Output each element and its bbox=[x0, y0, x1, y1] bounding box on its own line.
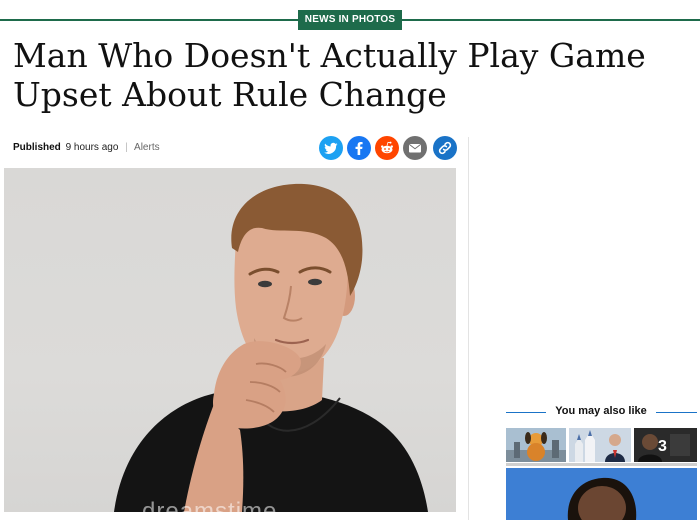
email-icon bbox=[408, 144, 422, 153]
published-time: 9 hours ago bbox=[65, 142, 119, 153]
link-icon bbox=[438, 141, 452, 155]
castle-politician-thumbnail bbox=[569, 428, 631, 462]
related-thumbnail[interactable] bbox=[506, 428, 566, 462]
section-tag[interactable]: NEWS IN PHOTOS bbox=[298, 10, 402, 30]
reddit-share-button[interactable] bbox=[375, 136, 399, 160]
published-label: Published bbox=[13, 142, 61, 153]
you-may-also-like-heading: You may also like bbox=[555, 405, 647, 417]
twitter-share-button[interactable] bbox=[319, 136, 343, 160]
twitter-icon bbox=[324, 142, 338, 154]
copy-link-button[interactable] bbox=[433, 136, 457, 160]
facebook-share-button[interactable] bbox=[347, 136, 371, 160]
reddit-icon bbox=[381, 141, 393, 154]
photo-watermark: dreamstime bbox=[142, 498, 278, 512]
article-photo[interactable]: dreamstime bbox=[4, 168, 456, 512]
carousel-progress-bar bbox=[506, 463, 697, 466]
related-thumbnail[interactable] bbox=[569, 428, 631, 462]
column-divider bbox=[468, 137, 469, 520]
man-portrait-illustration bbox=[114, 183, 428, 512]
cartoon-dog-thumbnail bbox=[506, 428, 566, 462]
facebook-icon bbox=[355, 142, 363, 155]
gallery-count: 3 bbox=[658, 438, 667, 455]
person-portrait-thumbnail bbox=[506, 468, 697, 520]
byline-separator: | bbox=[125, 142, 128, 153]
alerts-link[interactable]: Alerts bbox=[134, 142, 160, 153]
sidebar-rule-right bbox=[656, 412, 697, 413]
email-share-button[interactable] bbox=[403, 136, 427, 160]
sidebar-rule-left bbox=[506, 412, 546, 413]
featured-related-image[interactable] bbox=[506, 468, 697, 520]
byline: Published 9 hours ago | Alerts bbox=[13, 142, 160, 156]
article-headline: Man Who Doesn't Actually Play Game Upset… bbox=[13, 36, 646, 114]
